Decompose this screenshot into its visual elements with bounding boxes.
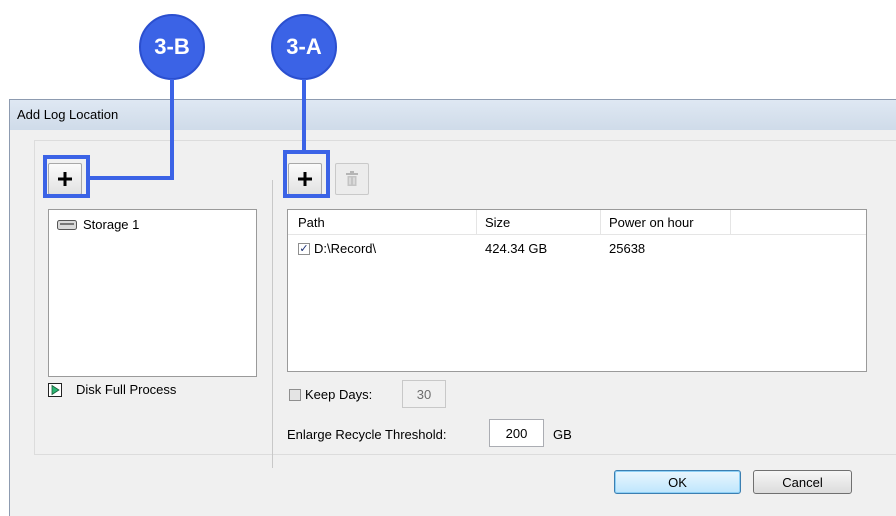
row-checkbox[interactable]: ✓ (298, 242, 310, 255)
play-arrow-icon (48, 382, 62, 397)
keep-days-checkbox[interactable] (289, 388, 301, 401)
callout-3b: 3-B (139, 14, 205, 80)
storage-list[interactable]: Storage 1 (48, 209, 257, 377)
callout-3b-connector (88, 176, 174, 180)
trash-icon (346, 171, 358, 186)
recycle-threshold-input[interactable]: 200 (489, 419, 544, 447)
add-log-location-dialog: Add Log Location Storage 1 Disk Full Pro… (9, 99, 896, 516)
storage-item-label: Storage 1 (83, 217, 140, 232)
power-on-hour-value: 25638 (609, 241, 646, 256)
path-value: D:\Record\ (314, 241, 377, 256)
cancel-button[interactable]: Cancel (753, 470, 852, 494)
table-row[interactable]: ✓ D:\Record\ 424.34 GB 25638 (288, 238, 866, 258)
column-header-power-on-hour[interactable]: Power on hour (609, 215, 694, 230)
title-bar[interactable]: Add Log Location (10, 100, 896, 131)
keep-days-input[interactable]: 30 (402, 380, 446, 408)
callout-3a-highlight (283, 150, 330, 198)
keep-days-checkbox-row[interactable]: Keep Days: (289, 387, 372, 402)
delete-path-button[interactable] (335, 163, 369, 195)
path-cell: ✓ D:\Record\ (298, 241, 376, 256)
dialog-client-area: Storage 1 Disk Full Process Path Size Po… (10, 130, 896, 516)
column-header-size[interactable]: Size (485, 215, 510, 230)
storage-list-item[interactable]: Storage 1 (57, 217, 139, 232)
callout-3b-highlight (43, 155, 90, 198)
callout-3a-connector (302, 79, 306, 150)
panel-divider (272, 180, 273, 468)
column-divider (730, 210, 731, 234)
column-header-path[interactable]: Path (298, 215, 325, 230)
window-title: Add Log Location (17, 107, 119, 122)
callout-3a: 3-A (271, 14, 337, 80)
recycle-threshold-unit: GB (553, 427, 572, 442)
ok-button[interactable]: OK (614, 470, 741, 494)
table-header: Path Size Power on hour (288, 210, 866, 235)
path-table[interactable]: Path Size Power on hour ✓ D:\Record\ 424… (287, 209, 867, 372)
recycle-threshold-label: Enlarge Recycle Threshold: (287, 427, 447, 442)
size-value: 424.34 GB (485, 241, 548, 256)
callout-3b-connector (170, 79, 174, 180)
column-divider (476, 210, 477, 234)
drive-icon (57, 219, 77, 230)
disk-full-process-label: Disk Full Process (76, 382, 177, 397)
column-divider (600, 210, 601, 234)
keep-days-label: Keep Days: (305, 387, 373, 402)
disk-full-process-link[interactable]: Disk Full Process (48, 382, 176, 397)
